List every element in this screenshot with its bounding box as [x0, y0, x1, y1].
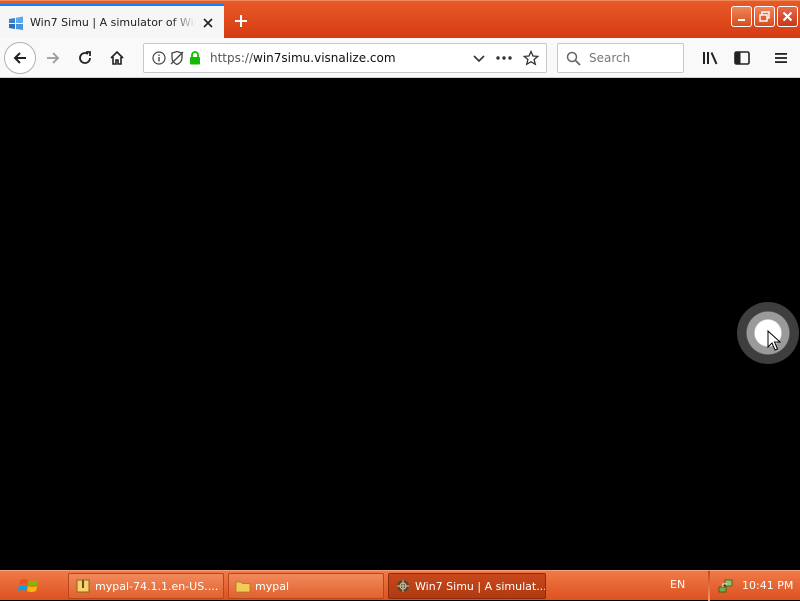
- sidebar-button[interactable]: [727, 43, 757, 73]
- lock-icon[interactable]: [186, 49, 204, 67]
- browser-tab[interactable]: Win7 Simu | A simulator of Windows 7: [0, 4, 224, 39]
- tracking-protection-icon[interactable]: [168, 49, 186, 67]
- taskbar-item-label: Win7 Simu | A simulat...: [415, 579, 546, 593]
- page-content[interactable]: [0, 78, 800, 570]
- url-text: https://win7simu.visnalize.com: [210, 51, 470, 65]
- home-icon: [110, 50, 124, 65]
- new-tab-button[interactable]: [228, 9, 254, 33]
- close-tab-icon[interactable]: [200, 15, 216, 31]
- win7-logo-icon: [9, 16, 23, 30]
- taskbar-item-browser[interactable]: Win7 Simu | A simulat...: [388, 573, 546, 599]
- taskbar-item-mypal-folder[interactable]: mypal: [228, 573, 384, 599]
- window-controls: [731, 6, 798, 28]
- taskbar-item-mypal-installer[interactable]: mypal-74.1.1.en-US....: [68, 573, 224, 599]
- arrow-right-icon: [47, 52, 60, 64]
- minimize-button[interactable]: [731, 6, 752, 27]
- library-icon: [703, 52, 718, 65]
- windows-logo-icon: [18, 579, 38, 592]
- network-icon[interactable]: [718, 578, 734, 594]
- archive-icon: [76, 579, 90, 593]
- url-dropdown-icon[interactable]: [470, 49, 488, 67]
- minimize-icon: [737, 18, 745, 21]
- home-button[interactable]: [102, 43, 132, 73]
- sidebar-icon: [734, 51, 750, 65]
- taskbar-item-label: mypal: [255, 579, 290, 593]
- reload-button[interactable]: [70, 43, 100, 73]
- folder-icon: [235, 581, 251, 593]
- library-button[interactable]: [696, 43, 726, 73]
- close-icon: [782, 11, 793, 22]
- taskbar-item-label: mypal-74.1.1.en-US....: [95, 579, 219, 593]
- hamburger-menu-icon: [775, 53, 787, 63]
- arrow-left-icon: [13, 52, 26, 64]
- url-host: win7simu.visnalize.com: [253, 51, 396, 65]
- page-actions-icon[interactable]: [494, 49, 514, 67]
- search-input[interactable]: [587, 50, 677, 66]
- search-box[interactable]: [557, 43, 684, 73]
- menu-button[interactable]: [766, 43, 796, 73]
- navigation-toolbar: https://win7simu.visnalize.com: [0, 38, 800, 78]
- search-icon: [566, 51, 581, 66]
- back-button[interactable]: [4, 42, 36, 74]
- browser-icon: [397, 580, 409, 592]
- reload-icon: [79, 51, 91, 64]
- browser-title-bar: Win7 Simu | A simulator of Windows 7: [0, 0, 800, 39]
- tray-divider: [708, 571, 710, 601]
- system-clock[interactable]: 10:41 PM: [742, 579, 793, 592]
- bookmark-star-icon[interactable]: [522, 49, 540, 67]
- info-icon[interactable]: [150, 49, 168, 67]
- forward-button[interactable]: [38, 43, 68, 73]
- language-indicator[interactable]: EN: [670, 578, 685, 591]
- url-scheme: https://: [210, 51, 254, 65]
- mouse-cursor-icon: [767, 330, 782, 351]
- taskbar: mypal-74.1.1.en-US.... mypal Win7 Simu |…: [0, 570, 800, 601]
- plus-icon: [235, 15, 247, 27]
- close-window-button[interactable]: [777, 6, 798, 27]
- tab-title: Win7 Simu | A simulator of Windows 7: [30, 16, 196, 29]
- restore-button[interactable]: [754, 6, 775, 27]
- restore-icon: [759, 11, 770, 22]
- start-button[interactable]: [8, 573, 52, 599]
- address-bar[interactable]: https://win7simu.visnalize.com: [143, 43, 547, 73]
